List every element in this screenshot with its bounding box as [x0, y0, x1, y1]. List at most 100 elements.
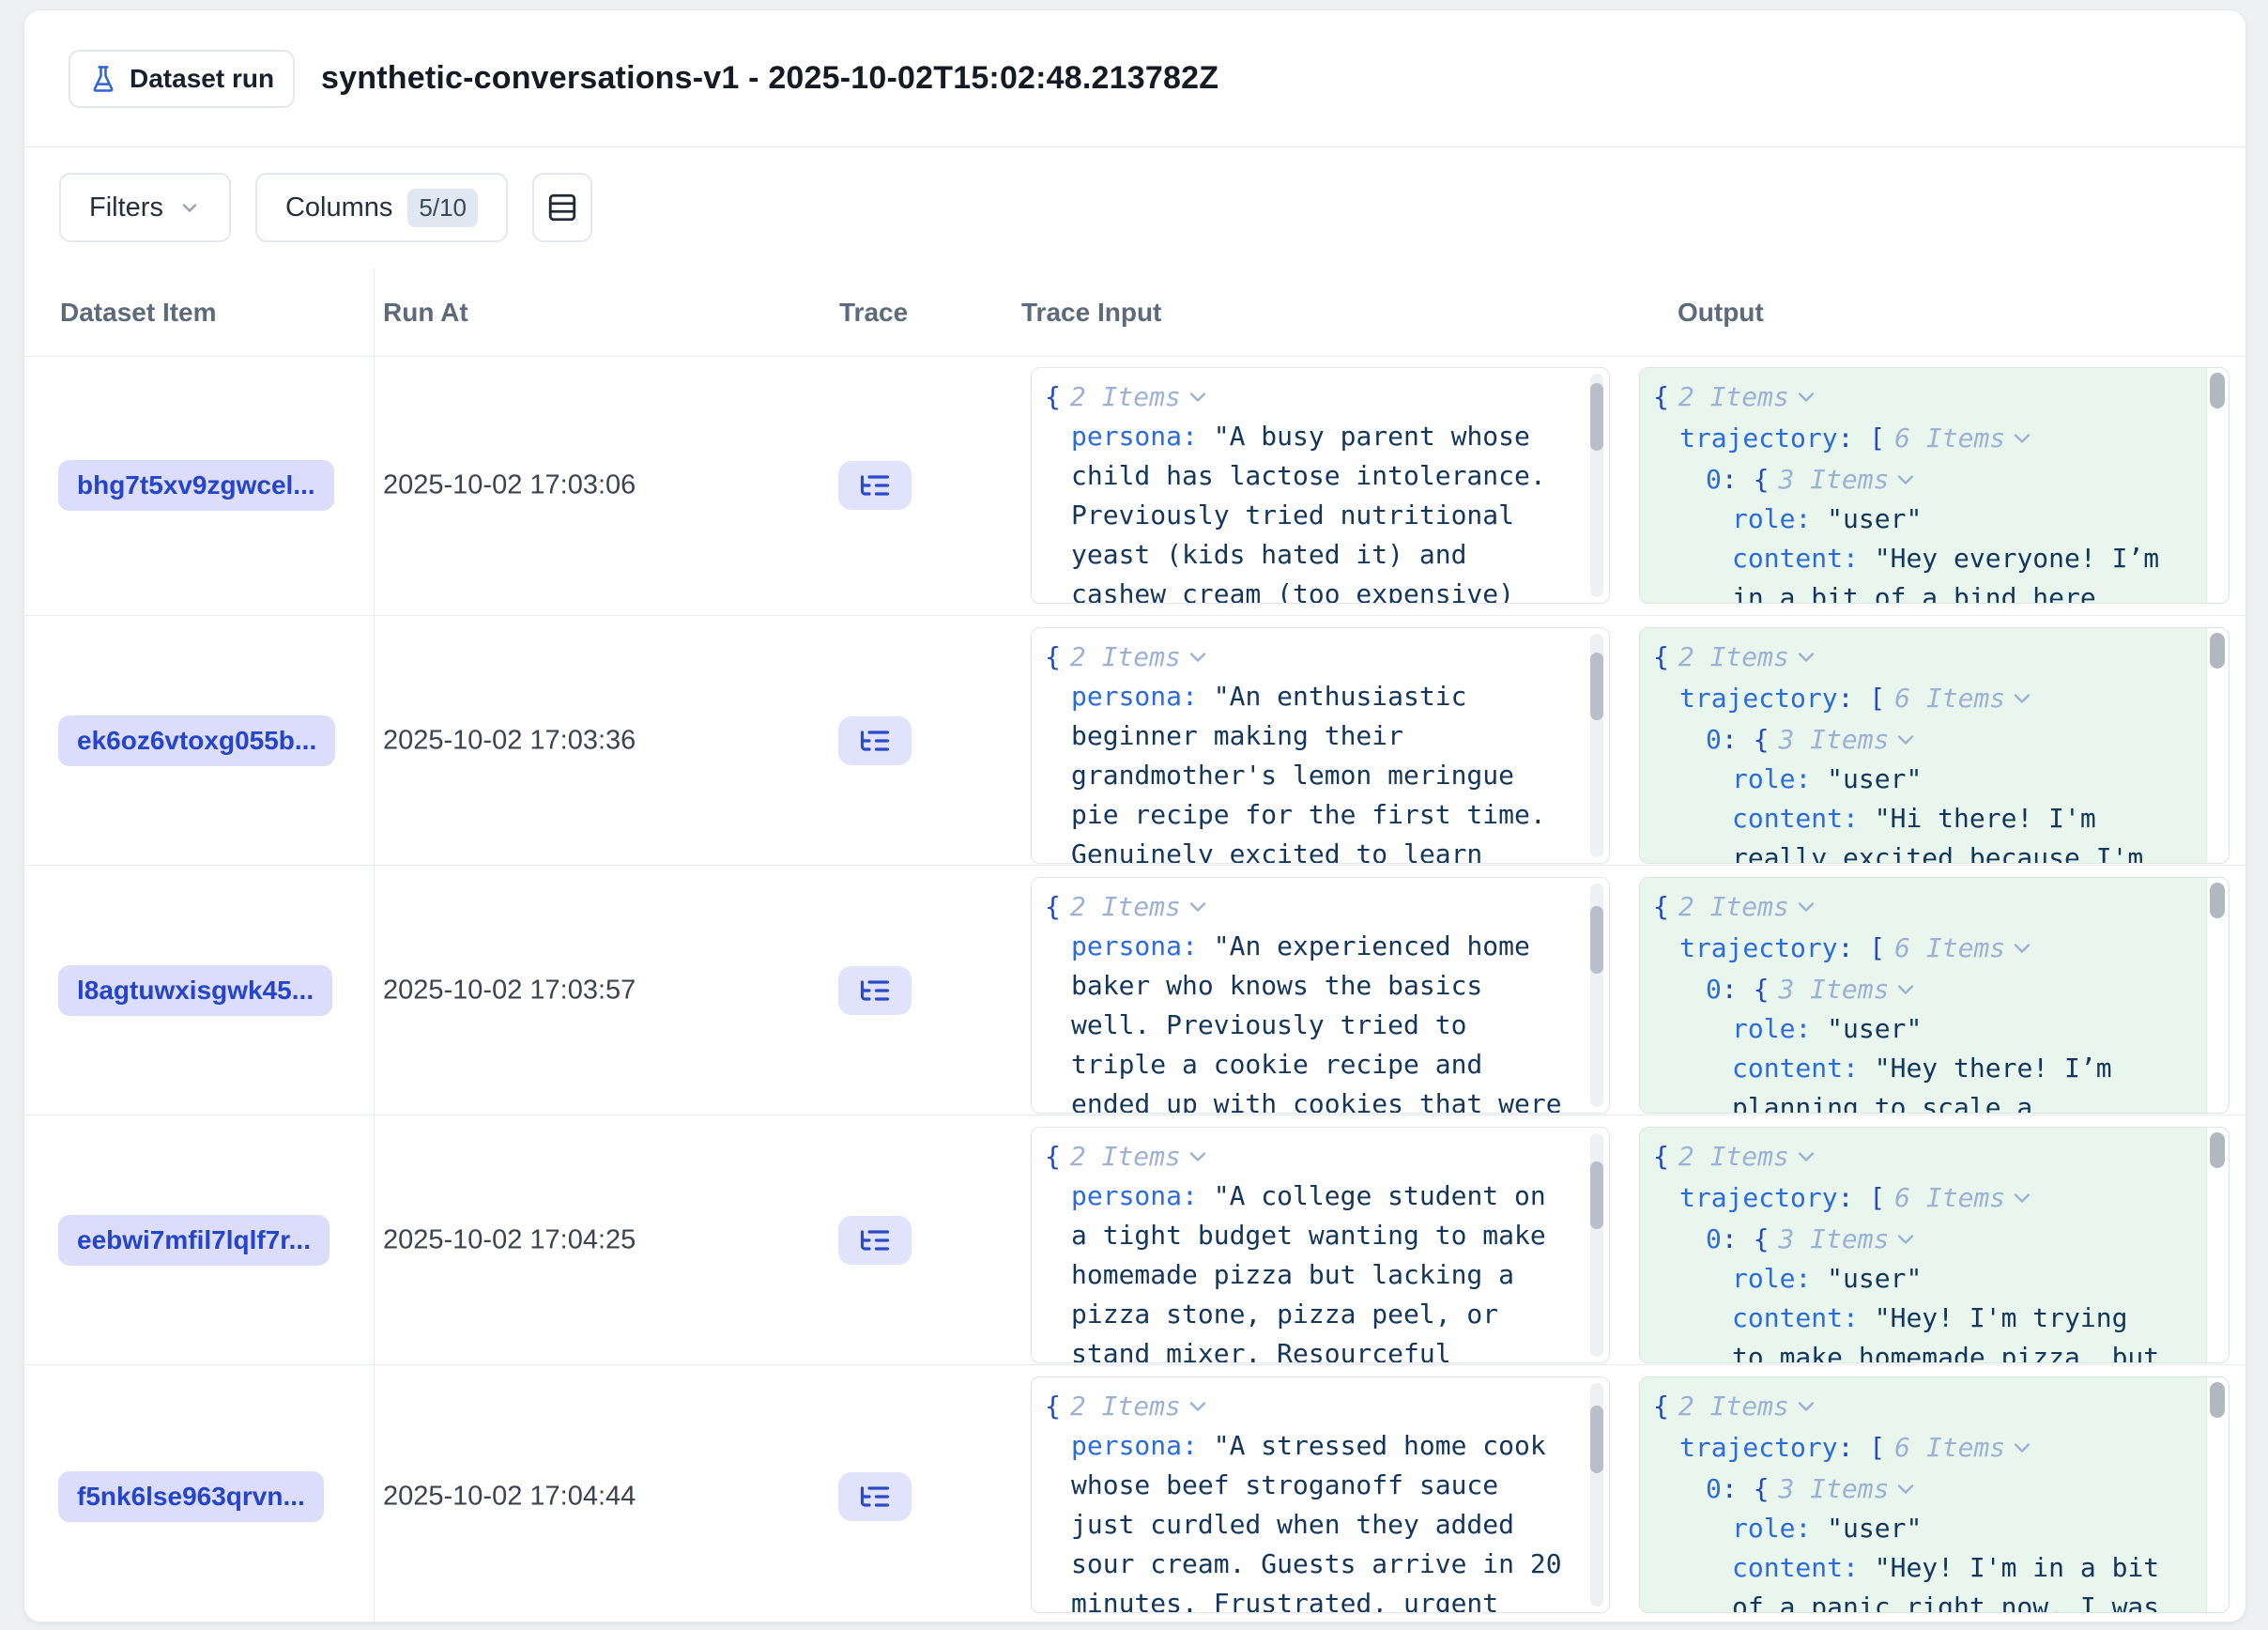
scrollbar[interactable] — [1590, 1133, 1603, 1357]
dataset-item-badge[interactable]: eebwi7mfil7lqlf7r... — [58, 1215, 329, 1266]
trace-button[interactable] — [838, 461, 912, 510]
table-row: eebwi7mfil7lqlf7r... 2025-10-02 17:04:25… — [24, 1115, 2245, 1365]
dataset-run-card: Dataset run synthetic-conversations-v1 -… — [23, 9, 2246, 1622]
scrollbar[interactable] — [2206, 1377, 2229, 1612]
list-tree-icon — [858, 469, 892, 502]
json-string-value: "user" — [1827, 503, 1922, 534]
json-key: content — [1732, 543, 1843, 574]
json-index: 0 — [1706, 464, 1722, 495]
collapse-chevron-icon[interactable] — [1897, 458, 1914, 498]
columns-button[interactable]: Columns 5/10 — [255, 173, 508, 242]
scrollbar[interactable] — [1590, 1383, 1603, 1607]
scrollbar[interactable] — [2206, 368, 2229, 603]
list-tree-icon — [858, 724, 892, 758]
run-at-value: 2025-10-02 17:03:36 — [383, 725, 636, 756]
collapse-chevron-icon[interactable] — [2014, 1176, 2030, 1216]
dataset-item-badge[interactable]: ek6oz6vtoxg055b... — [58, 715, 335, 766]
scrollbar[interactable] — [2206, 878, 2229, 1113]
table-row: l8agtuwxisgwk45... 2025-10-02 17:03:57 {… — [24, 866, 2245, 1115]
dataset-item-badge[interactable]: l8agtuwxisgwk45... — [58, 965, 332, 1016]
json-open-brace: { — [1653, 381, 1669, 412]
json-key: persona — [1071, 681, 1182, 712]
collapse-chevron-icon[interactable] — [1798, 376, 1815, 415]
scrollbar-thumb[interactable] — [1590, 1406, 1603, 1473]
scrollbar[interactable] — [2206, 1128, 2229, 1362]
json-open-brace: { — [1045, 381, 1061, 412]
scrollbar-thumb[interactable] — [2210, 883, 2225, 918]
table-row: bhg7t5xv9zgwcel... 2025-10-02 17:03:06 {… — [24, 356, 2245, 616]
trace-input-cell[interactable]: {2 Items persona: "A busy parent whose c… — [1031, 367, 1610, 604]
collapse-chevron-icon[interactable] — [1798, 1385, 1815, 1424]
trace-input-cell[interactable]: {2 Items persona: "A college student on … — [1031, 1127, 1610, 1363]
output-cell[interactable]: {2 Items trajectory: [6 Items 0: {3 Item… — [1639, 627, 2230, 864]
output-cell[interactable]: {2 Items trajectory: [6 Items 0: {3 Item… — [1639, 1127, 2230, 1363]
scrollbar[interactable] — [1590, 884, 1603, 1107]
collapse-chevron-icon[interactable] — [1897, 1468, 1914, 1507]
collapse-chevron-icon[interactable] — [1897, 968, 1914, 1007]
collapse-chevron-icon[interactable] — [2014, 677, 2030, 716]
rows-icon — [546, 192, 578, 223]
columns-count-badge: 5/10 — [407, 189, 478, 227]
trace-input-cell[interactable]: {2 Items persona: "An experienced home b… — [1031, 877, 1610, 1114]
json-item-count: 2 Items — [1678, 381, 1789, 412]
json-key: persona — [1071, 930, 1182, 961]
columns-button-label: Columns — [285, 192, 392, 223]
table-row: ek6oz6vtoxg055b... 2025-10-02 17:03:36 {… — [24, 616, 2245, 866]
output-cell[interactable]: {2 Items trajectory: [6 Items 0: {3 Item… — [1639, 1376, 2230, 1613]
run-at-value: 2025-10-02 17:03:57 — [383, 975, 636, 1006]
collapse-chevron-icon[interactable] — [1189, 636, 1206, 675]
collapse-chevron-icon[interactable] — [1798, 636, 1815, 675]
dataset-item-badge[interactable]: f5nk6lse963qrvn... — [58, 1471, 324, 1522]
trace-button[interactable] — [838, 1216, 912, 1265]
output-cell[interactable]: {2 Items trajectory: [6 Items 0: {3 Item… — [1639, 367, 2230, 604]
collapse-chevron-icon[interactable] — [1189, 1135, 1206, 1175]
column-header-trace-input: Trace Input — [1021, 298, 1161, 328]
scrollbar-thumb[interactable] — [1590, 653, 1603, 720]
table-body: bhg7t5xv9zgwcel... 2025-10-02 17:03:06 {… — [24, 356, 2245, 1622]
dataset-run-badge: Dataset run — [69, 50, 295, 108]
json-key: persona — [1071, 1180, 1182, 1211]
collapse-chevron-icon[interactable] — [1897, 1218, 1914, 1257]
chevron-down-icon — [178, 196, 201, 219]
collapse-chevron-icon[interactable] — [1189, 885, 1206, 925]
json-key: persona — [1071, 421, 1182, 452]
column-header-output: Output — [1678, 298, 1764, 328]
scrollbar-thumb[interactable] — [2210, 633, 2225, 669]
json-key: role — [1732, 503, 1795, 534]
dataset-item-badge[interactable]: bhg7t5xv9zgwcel... — [58, 460, 334, 511]
scrollbar-thumb[interactable] — [2210, 1382, 2225, 1418]
scrollbar[interactable] — [1590, 374, 1603, 597]
collapse-chevron-icon[interactable] — [1897, 718, 1914, 758]
filters-button[interactable]: Filters — [59, 173, 231, 242]
list-tree-icon — [858, 974, 892, 1007]
collapse-chevron-icon[interactable] — [2014, 1426, 2030, 1466]
scrollbar-thumb[interactable] — [1590, 1161, 1603, 1229]
column-divider — [374, 269, 375, 1622]
dataset-run-badge-label: Dataset run — [130, 64, 274, 94]
trace-button[interactable] — [838, 716, 912, 765]
output-cell[interactable]: {2 Items trajectory: [6 Items 0: {3 Item… — [1639, 877, 2230, 1114]
scrollbar-thumb[interactable] — [1590, 906, 1603, 974]
scrollbar[interactable] — [1590, 634, 1603, 857]
view-options-button[interactable] — [532, 173, 592, 242]
collapse-chevron-icon[interactable] — [2014, 927, 2030, 966]
card-header: Dataset run synthetic-conversations-v1 -… — [24, 10, 2245, 147]
table-row: f5nk6lse963qrvn... 2025-10-02 17:04:44 {… — [24, 1365, 2245, 1622]
toolbar: Filters Columns 5/10 — [24, 146, 2245, 269]
collapse-chevron-icon[interactable] — [1189, 1385, 1206, 1424]
scrollbar[interactable] — [2206, 628, 2229, 863]
collapse-chevron-icon[interactable] — [1798, 1135, 1815, 1175]
flask-icon — [89, 65, 117, 93]
trace-button[interactable] — [838, 966, 912, 1015]
scrollbar-thumb[interactable] — [1590, 383, 1603, 451]
scrollbar-thumb[interactable] — [2210, 1132, 2225, 1168]
collapse-chevron-icon[interactable] — [1798, 885, 1815, 925]
json-item-count: 6 Items — [1894, 423, 2005, 454]
list-tree-icon — [858, 1223, 892, 1257]
collapse-chevron-icon[interactable] — [2014, 417, 2030, 456]
trace-input-cell[interactable]: {2 Items persona: "An enthusiastic begin… — [1031, 627, 1610, 864]
collapse-chevron-icon[interactable] — [1189, 376, 1206, 415]
trace-button[interactable] — [838, 1472, 912, 1521]
trace-input-cell[interactable]: {2 Items persona: "A stressed home cook … — [1031, 1376, 1610, 1613]
scrollbar-thumb[interactable] — [2210, 373, 2225, 408]
